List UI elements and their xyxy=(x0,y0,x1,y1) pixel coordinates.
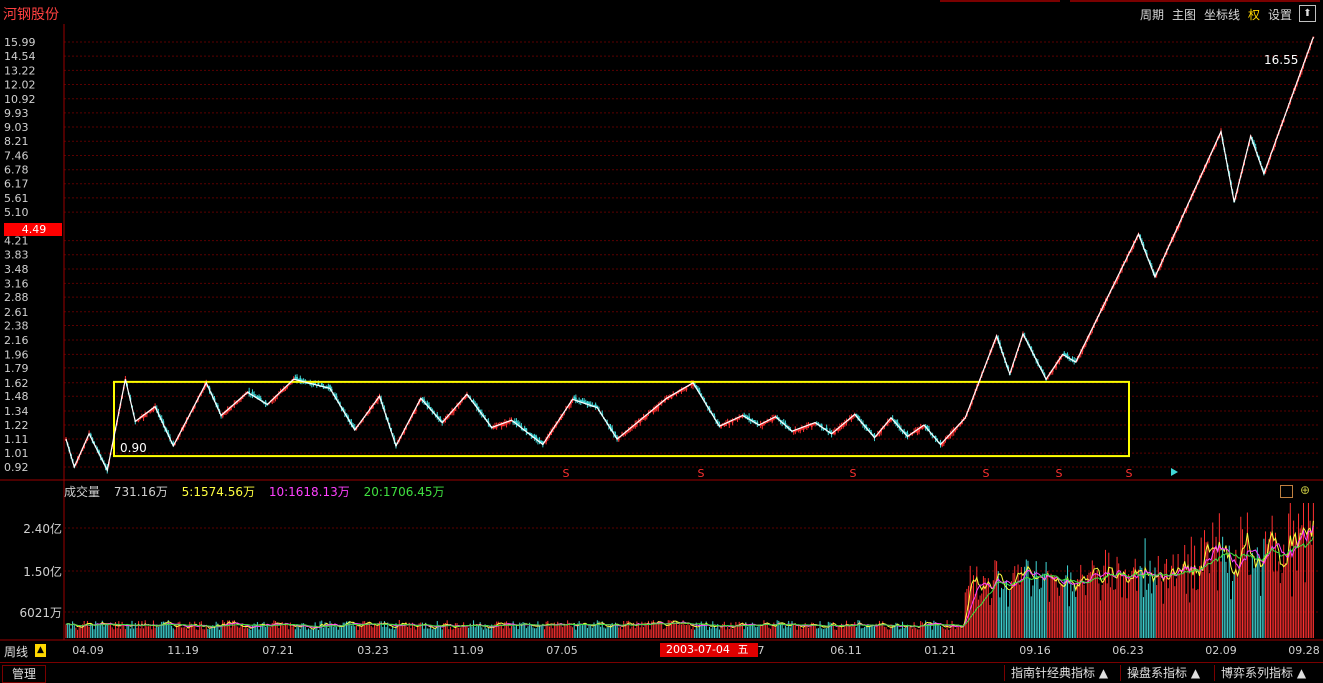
price-tick-label: 1.11 xyxy=(4,433,29,446)
signal-mark: S xyxy=(983,467,990,480)
time-tick-label: 04.09 xyxy=(72,644,104,657)
signal-mark: S xyxy=(1056,467,1063,480)
volume-tick-label: 6021万 xyxy=(19,606,62,620)
price-tick-label: 1.62 xyxy=(4,377,29,390)
tab-trading-system[interactable]: 操盘系指标 ▲ xyxy=(1120,665,1217,681)
price-tick-label: 1.48 xyxy=(4,390,29,403)
time-tick-label: 09.16 xyxy=(1019,644,1051,657)
price-tick-label: 2.38 xyxy=(4,320,29,333)
price-tick-label: 8.21 xyxy=(4,135,29,148)
price-tick-label: 6.78 xyxy=(4,164,29,177)
time-tick-label: 11.19 xyxy=(167,644,199,657)
price-tick-label: 2.88 xyxy=(4,291,29,304)
volume-tick-label: 2.40亿 xyxy=(23,521,62,536)
price-tick-label: 4.21 xyxy=(4,235,29,248)
price-tick-label: 2.16 xyxy=(4,334,29,347)
signal-mark: S xyxy=(850,467,857,480)
price-tick-label: 9.03 xyxy=(4,121,29,134)
price-chart[interactable]: 15.9914.5413.2212.02 10.929.939.038.217.4… xyxy=(0,0,1323,682)
price-tick-label: 3.48 xyxy=(4,263,29,276)
price-tick-label: 1.96 xyxy=(4,348,29,361)
volume-tick-label: 1.50亿 xyxy=(23,564,62,579)
time-tick-label: 09.28 xyxy=(1288,644,1320,657)
manage-button[interactable]: 管理 xyxy=(2,665,46,683)
volume-ma-lines xyxy=(65,520,1314,630)
price-tick-label: 10.92 xyxy=(4,93,36,106)
low-annotation: 0.90 xyxy=(120,441,147,455)
time-tick-label: 06.11 xyxy=(830,644,862,657)
volume-title: 成交量 xyxy=(64,485,101,499)
zigzag-line xyxy=(65,36,1314,473)
cursor-weekday: 五 xyxy=(737,643,749,656)
price-tick-label: 9.93 xyxy=(4,107,29,120)
volume-legend: 成交量 731.16万 5:1574.56万 10:1618.13万 20:17… xyxy=(64,483,455,500)
price-tick-label: 1.79 xyxy=(4,362,29,375)
price-tick-label: 6.17 xyxy=(4,178,29,191)
price-tick-label: 3.83 xyxy=(4,249,29,262)
time-tick-label: 02.09 xyxy=(1205,644,1237,657)
cursor-date: 2003-07-04 xyxy=(666,643,730,656)
volume-current: 731.16万 xyxy=(113,485,168,499)
volume-ma20-line xyxy=(65,536,1314,628)
tab-compass-classic[interactable]: 指南针经典指标 ▲ xyxy=(1004,665,1123,681)
price-tick-label: 1.01 xyxy=(4,447,29,460)
price-tick-label: 0.92 xyxy=(4,461,29,474)
cursor-date-badge: 2003-07-04 五 xyxy=(660,643,758,657)
price-tick-label: 13.22 xyxy=(4,64,36,77)
volume-ma5: 5:1574.56万 xyxy=(181,485,255,499)
high-annotation: 16.55 xyxy=(1264,53,1298,67)
volume-ma20: 20:1706.45万 xyxy=(363,485,445,499)
period-flag-icon[interactable]: ▲ xyxy=(35,644,46,657)
current-price-label: 4.49 xyxy=(22,223,47,236)
consolidation-box xyxy=(113,380,1130,458)
bottom-bar: 管理 指南针经典指标 ▲ 操盘系指标 ▲ 博弈系列指标 ▲ xyxy=(0,662,1323,683)
price-tick-label: 2.61 xyxy=(4,306,29,319)
signal-mark: S xyxy=(698,467,705,480)
time-tick-label: 11.09 xyxy=(452,644,484,657)
time-tick-label: 01.21 xyxy=(924,644,956,657)
zoom-icon[interactable]: ⊕ xyxy=(1300,483,1310,497)
price-tick-label: 12.02 xyxy=(4,78,36,91)
time-tick-label: 07.21 xyxy=(262,644,294,657)
price-tick-label: 14.54 xyxy=(4,50,36,63)
price-tick-label: 3.16 xyxy=(4,277,29,290)
signal-marks: SSSSSS xyxy=(563,467,1178,480)
signal-mark: S xyxy=(1126,467,1133,480)
time-tick-label: 06.23 xyxy=(1112,644,1144,657)
price-tick-label: 5.61 xyxy=(4,192,29,205)
price-axis: 15.9914.5413.2212.02 10.929.939.038.217.4… xyxy=(4,36,36,474)
price-tick-label: 1.22 xyxy=(4,419,29,432)
period-label[interactable]: 周线 xyxy=(4,643,28,660)
price-tick-label: 7.46 xyxy=(4,149,29,162)
price-grid xyxy=(0,24,1323,641)
volume-ma10: 10:1618.13万 xyxy=(268,485,350,499)
arrow-marker-icon xyxy=(1171,468,1178,476)
price-tick-label: 15.99 xyxy=(4,36,36,49)
time-tick-label: 03.23 xyxy=(357,644,389,657)
signal-mark: S xyxy=(563,467,570,480)
time-tick-label: 7 xyxy=(758,644,765,657)
save-icon[interactable] xyxy=(1280,485,1293,498)
price-tick-label: 1.34 xyxy=(4,405,29,418)
time-tick-label: 07.05 xyxy=(546,644,578,657)
price-tick-label: 5.10 xyxy=(4,206,29,219)
tab-game-series[interactable]: 博弈系列指标 ▲ xyxy=(1214,665,1323,681)
